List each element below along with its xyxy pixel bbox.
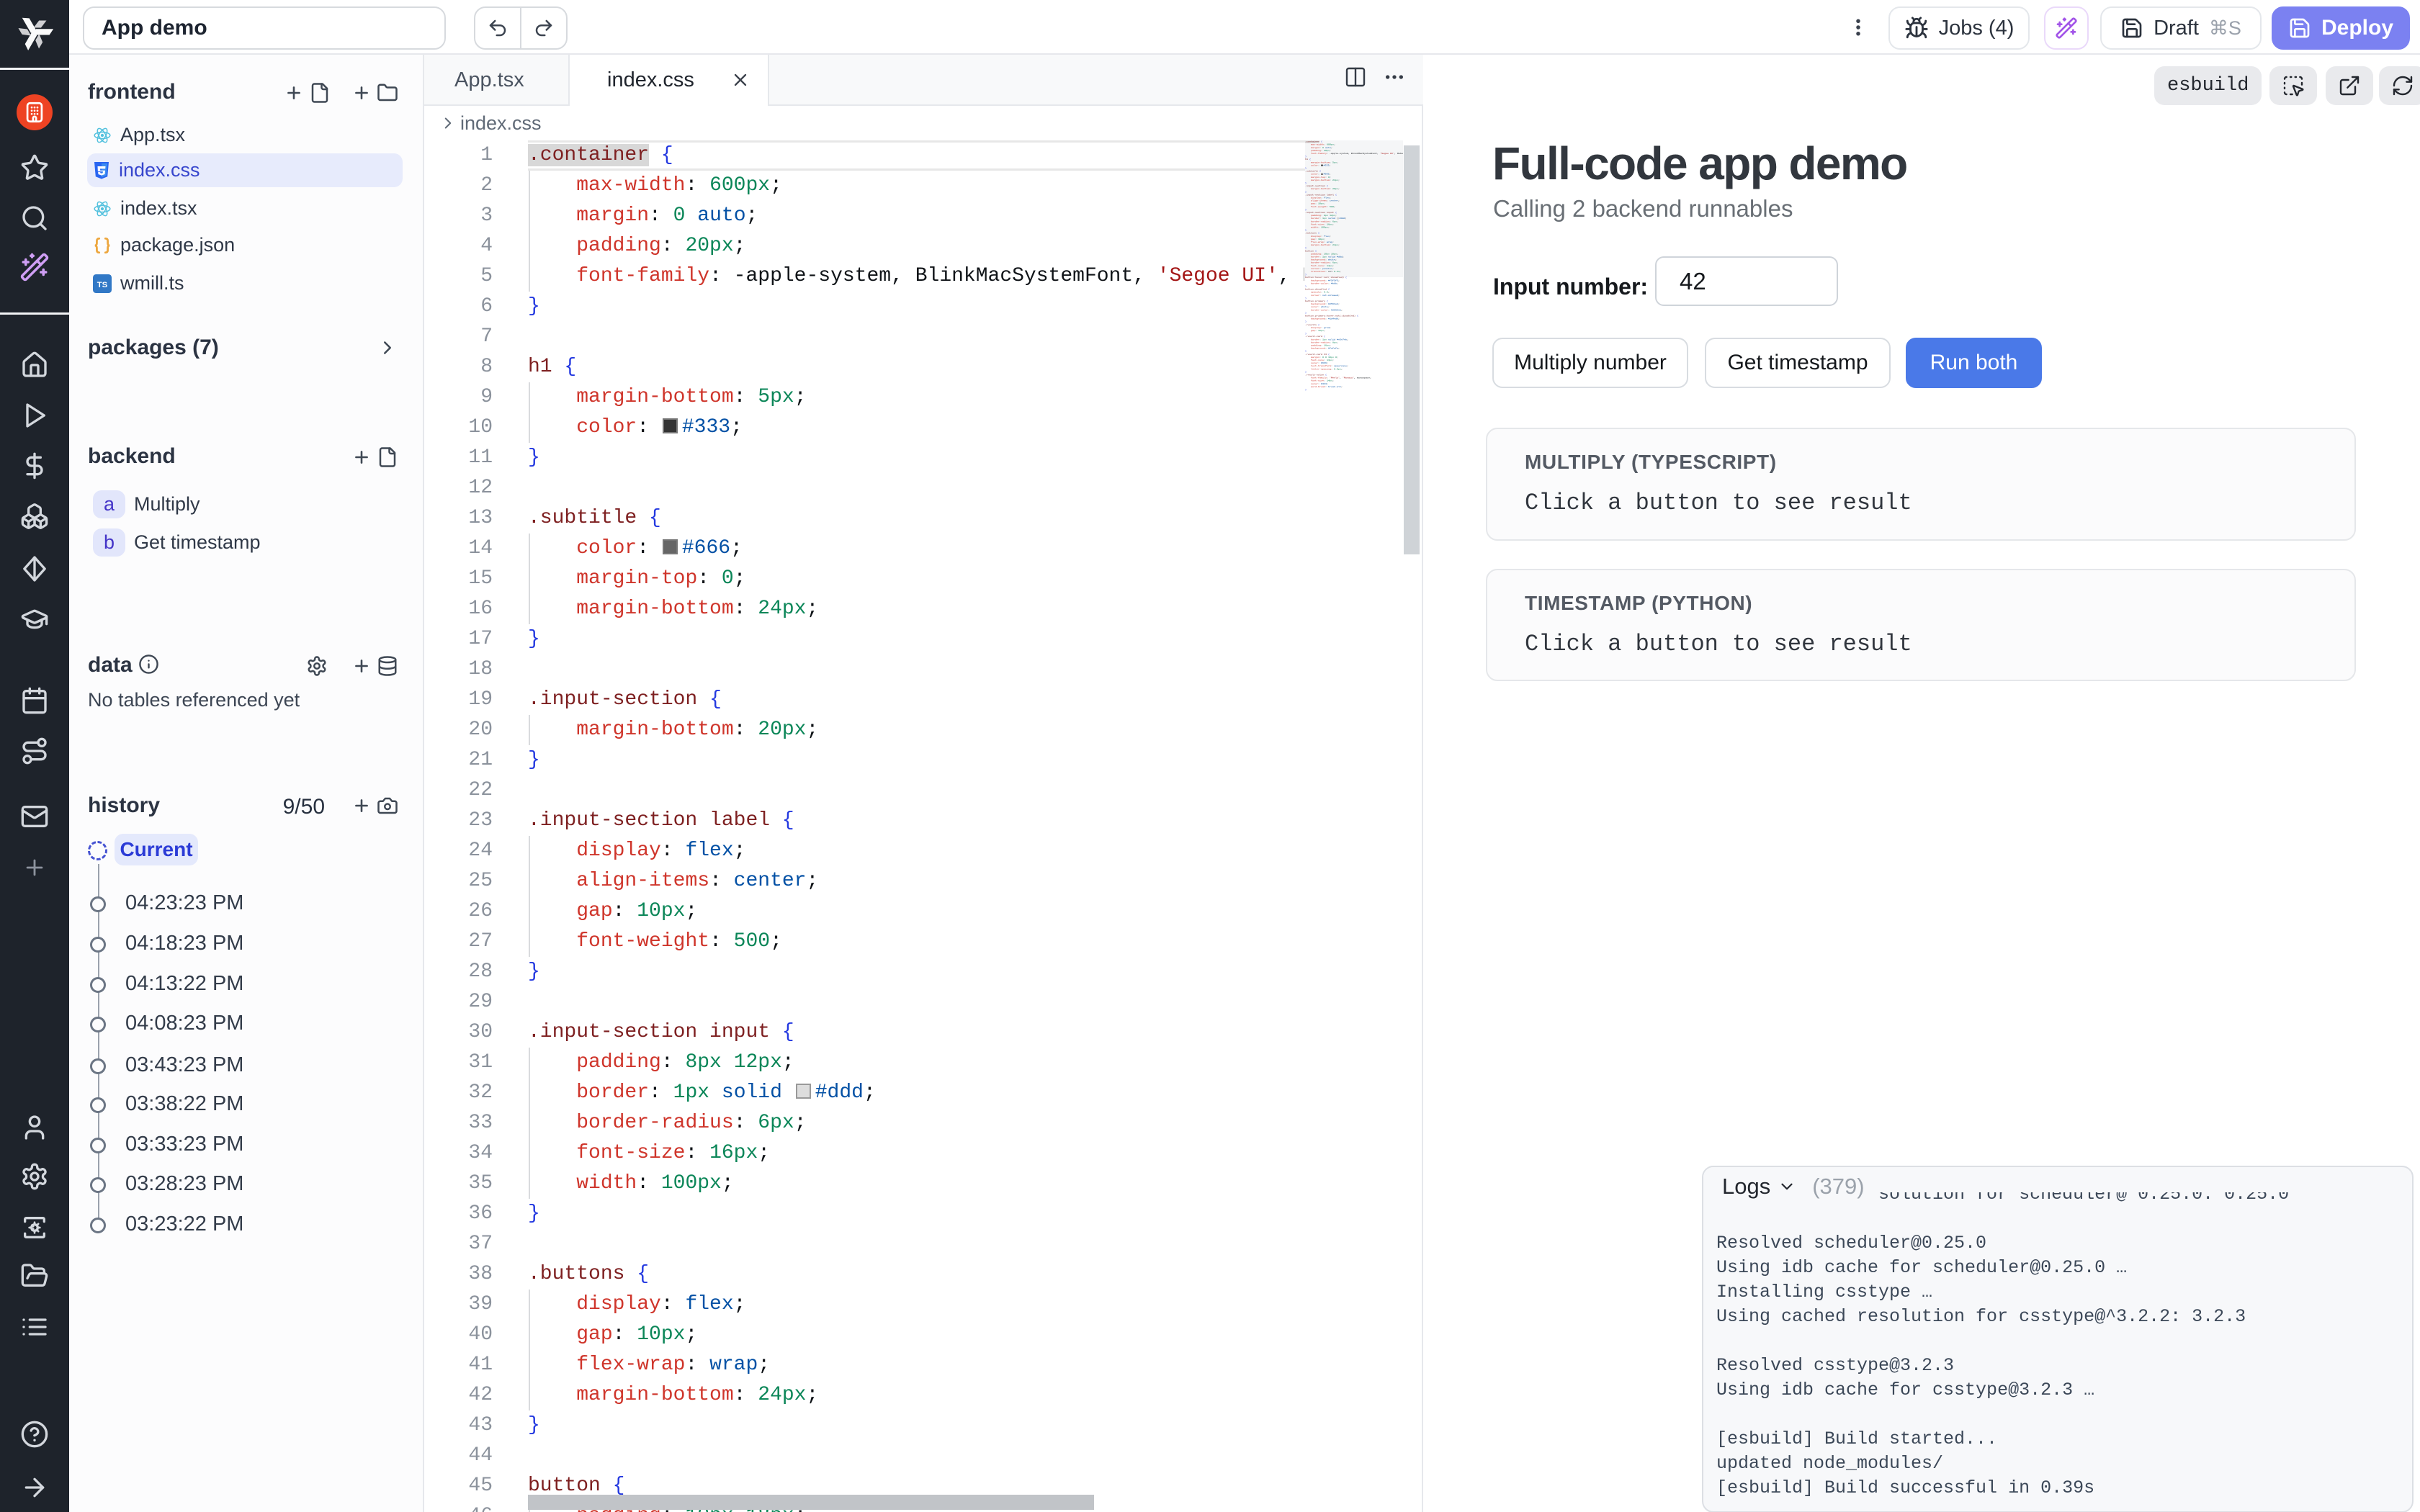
svg-text:TS: TS bbox=[97, 281, 108, 289]
